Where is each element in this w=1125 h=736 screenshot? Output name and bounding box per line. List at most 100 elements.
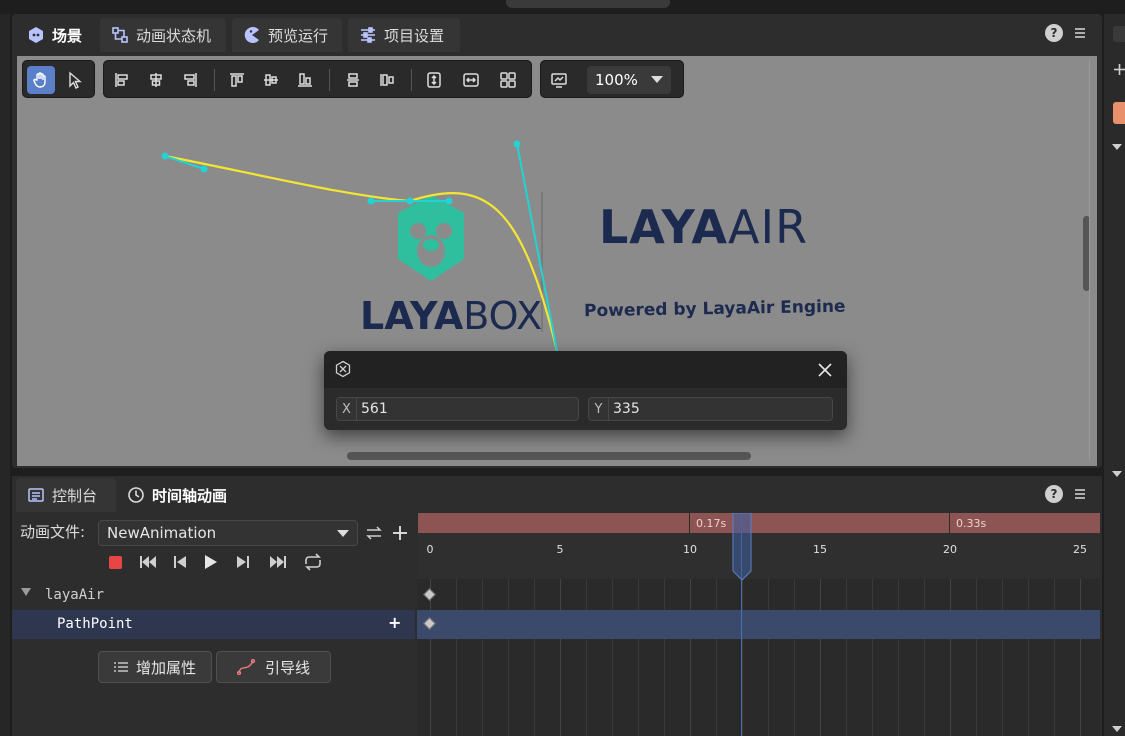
timeline-gridline <box>664 579 665 736</box>
path-point-handle <box>445 197 453 205</box>
viewport-edge <box>1089 60 1090 460</box>
console-icon <box>26 485 46 505</box>
side-tab[interactable] <box>1113 26 1125 42</box>
add-anim-icon[interactable] <box>389 522 411 544</box>
tab-label: 控制台 <box>52 486 98 505</box>
tab-timeline-animation[interactable]: 时间轴动画 <box>116 478 244 512</box>
timeline-ruler[interactable]: 0 5 10 15 20 25 <box>417 533 1100 579</box>
match-height-icon[interactable] <box>420 66 448 94</box>
add-property-button[interactable]: 增加属性 <box>98 651 212 683</box>
timeline-gridline <box>924 579 925 736</box>
align-left-icon[interactable] <box>108 66 136 94</box>
tab-scene[interactable]: 场景 <box>16 18 102 52</box>
chevron-down-icon <box>651 76 663 84</box>
laya-icon <box>26 25 46 45</box>
tab-console[interactable]: 控制台 <box>16 478 116 512</box>
segment-bar[interactable] <box>417 513 689 533</box>
x-value: 561 <box>361 401 388 417</box>
chevron-down-icon[interactable] <box>1112 726 1122 733</box>
ruler-number: 0 <box>426 543 434 556</box>
align-center-v-icon[interactable] <box>257 66 285 94</box>
distribute-h-icon[interactable] <box>373 66 401 94</box>
close-icon[interactable] <box>815 360 835 380</box>
anim-file-select[interactable]: NewAnimation <box>98 520 358 546</box>
timeline-gridline <box>1080 579 1081 736</box>
distribute-v-icon[interactable] <box>339 66 367 94</box>
left-side-strip <box>0 14 10 736</box>
horizontal-scrollbar[interactable] <box>347 452 751 460</box>
x-field[interactable]: X 561 <box>336 397 579 421</box>
path-point-handle <box>200 165 208 173</box>
timeline-gridline <box>872 579 873 736</box>
timeline-gridline <box>976 579 977 736</box>
timeline-gridline <box>534 579 535 736</box>
tab-project-settings[interactable]: 项目设置 <box>348 18 460 52</box>
add-keyframe-button[interactable]: + <box>388 613 401 632</box>
toolbar-separator <box>411 69 412 91</box>
match-width-icon[interactable] <box>457 66 485 94</box>
x-label: X <box>337 398 357 420</box>
align-top-icon[interactable] <box>223 66 251 94</box>
segment-bar[interactable]: 0.33s <box>949 513 1100 533</box>
ruler-number: 25 <box>1073 543 1087 556</box>
switch-anim-icon[interactable] <box>363 522 385 544</box>
last-frame-icon[interactable] <box>267 551 289 573</box>
plus-icon[interactable] <box>1114 64 1125 75</box>
anim-file-label: 动画文件: <box>20 523 86 541</box>
select-tool-button[interactable] <box>61 66 89 94</box>
add-property-label: 增加属性 <box>135 658 196 677</box>
state-machine-icon <box>110 25 130 45</box>
menu-icon[interactable] <box>1070 484 1090 504</box>
zoom-select[interactable]: 100% <box>587 66 671 94</box>
timeline-gridline <box>482 579 483 736</box>
guide-line-button[interactable]: 引导线 <box>216 651 331 683</box>
y-field[interactable]: Y 335 <box>588 397 833 421</box>
tab-animation-state-machine[interactable]: 动画状态机 <box>100 18 226 52</box>
tab-label: 项目设置 <box>384 26 445 45</box>
segment-bar[interactable]: 0.17s <box>689 513 949 533</box>
timeline-gridline <box>716 579 717 736</box>
tool-group-zoom: 100% <box>540 60 684 98</box>
popup-header <box>324 351 847 388</box>
align-center-h-icon[interactable] <box>142 66 170 94</box>
menu-icon[interactable] <box>1070 23 1090 43</box>
tab-preview-run[interactable]: 预览运行 <box>232 18 342 52</box>
loop-icon[interactable] <box>302 551 324 573</box>
list-icon <box>113 661 128 673</box>
chevron-down-icon[interactable] <box>1112 144 1122 151</box>
first-frame-icon[interactable] <box>137 551 159 573</box>
help-icon[interactable]: ? <box>1044 484 1064 504</box>
sliders-icon <box>358 25 378 45</box>
right-side-strip <box>1104 14 1125 736</box>
next-frame-icon[interactable] <box>232 551 254 573</box>
toolbar-separator <box>329 69 330 91</box>
hand-tool-button[interactable] <box>27 66 55 94</box>
zoom-value: 100% <box>595 71 638 89</box>
tool-group-pointer <box>22 60 95 98</box>
timeline-gridline <box>690 579 691 736</box>
path-point-handle <box>161 152 169 160</box>
timeline-gridline <box>612 579 613 736</box>
help-icon[interactable]: ? <box>1044 23 1064 43</box>
window-drag-handle[interactable] <box>506 0 670 8</box>
prev-frame-icon[interactable] <box>169 551 191 573</box>
timeline-gridline <box>794 579 795 736</box>
play-icon[interactable] <box>200 551 222 573</box>
grid-layout-icon[interactable] <box>494 66 522 94</box>
timeline-gridline <box>898 579 899 736</box>
timeline-gridline <box>846 579 847 736</box>
display-settings-icon[interactable] <box>545 66 573 94</box>
align-right-icon[interactable] <box>176 66 204 94</box>
collapse-arrow-icon[interactable] <box>21 588 31 597</box>
ruler-number: 5 <box>556 543 564 556</box>
playhead-handle[interactable] <box>732 513 752 581</box>
chevron-down-icon[interactable] <box>1112 471 1122 478</box>
track-row-selected[interactable] <box>417 610 1100 639</box>
timeline-gridline <box>1028 579 1029 736</box>
align-bottom-icon[interactable] <box>291 66 319 94</box>
side-tab-active[interactable] <box>1113 102 1125 124</box>
tree-child-label[interactable]: PathPoint <box>57 616 133 632</box>
tree-root-label[interactable]: layaAir <box>45 587 104 603</box>
record-icon[interactable] <box>104 551 126 573</box>
timeline-segments: 0.17s 0.33s <box>417 513 1100 533</box>
